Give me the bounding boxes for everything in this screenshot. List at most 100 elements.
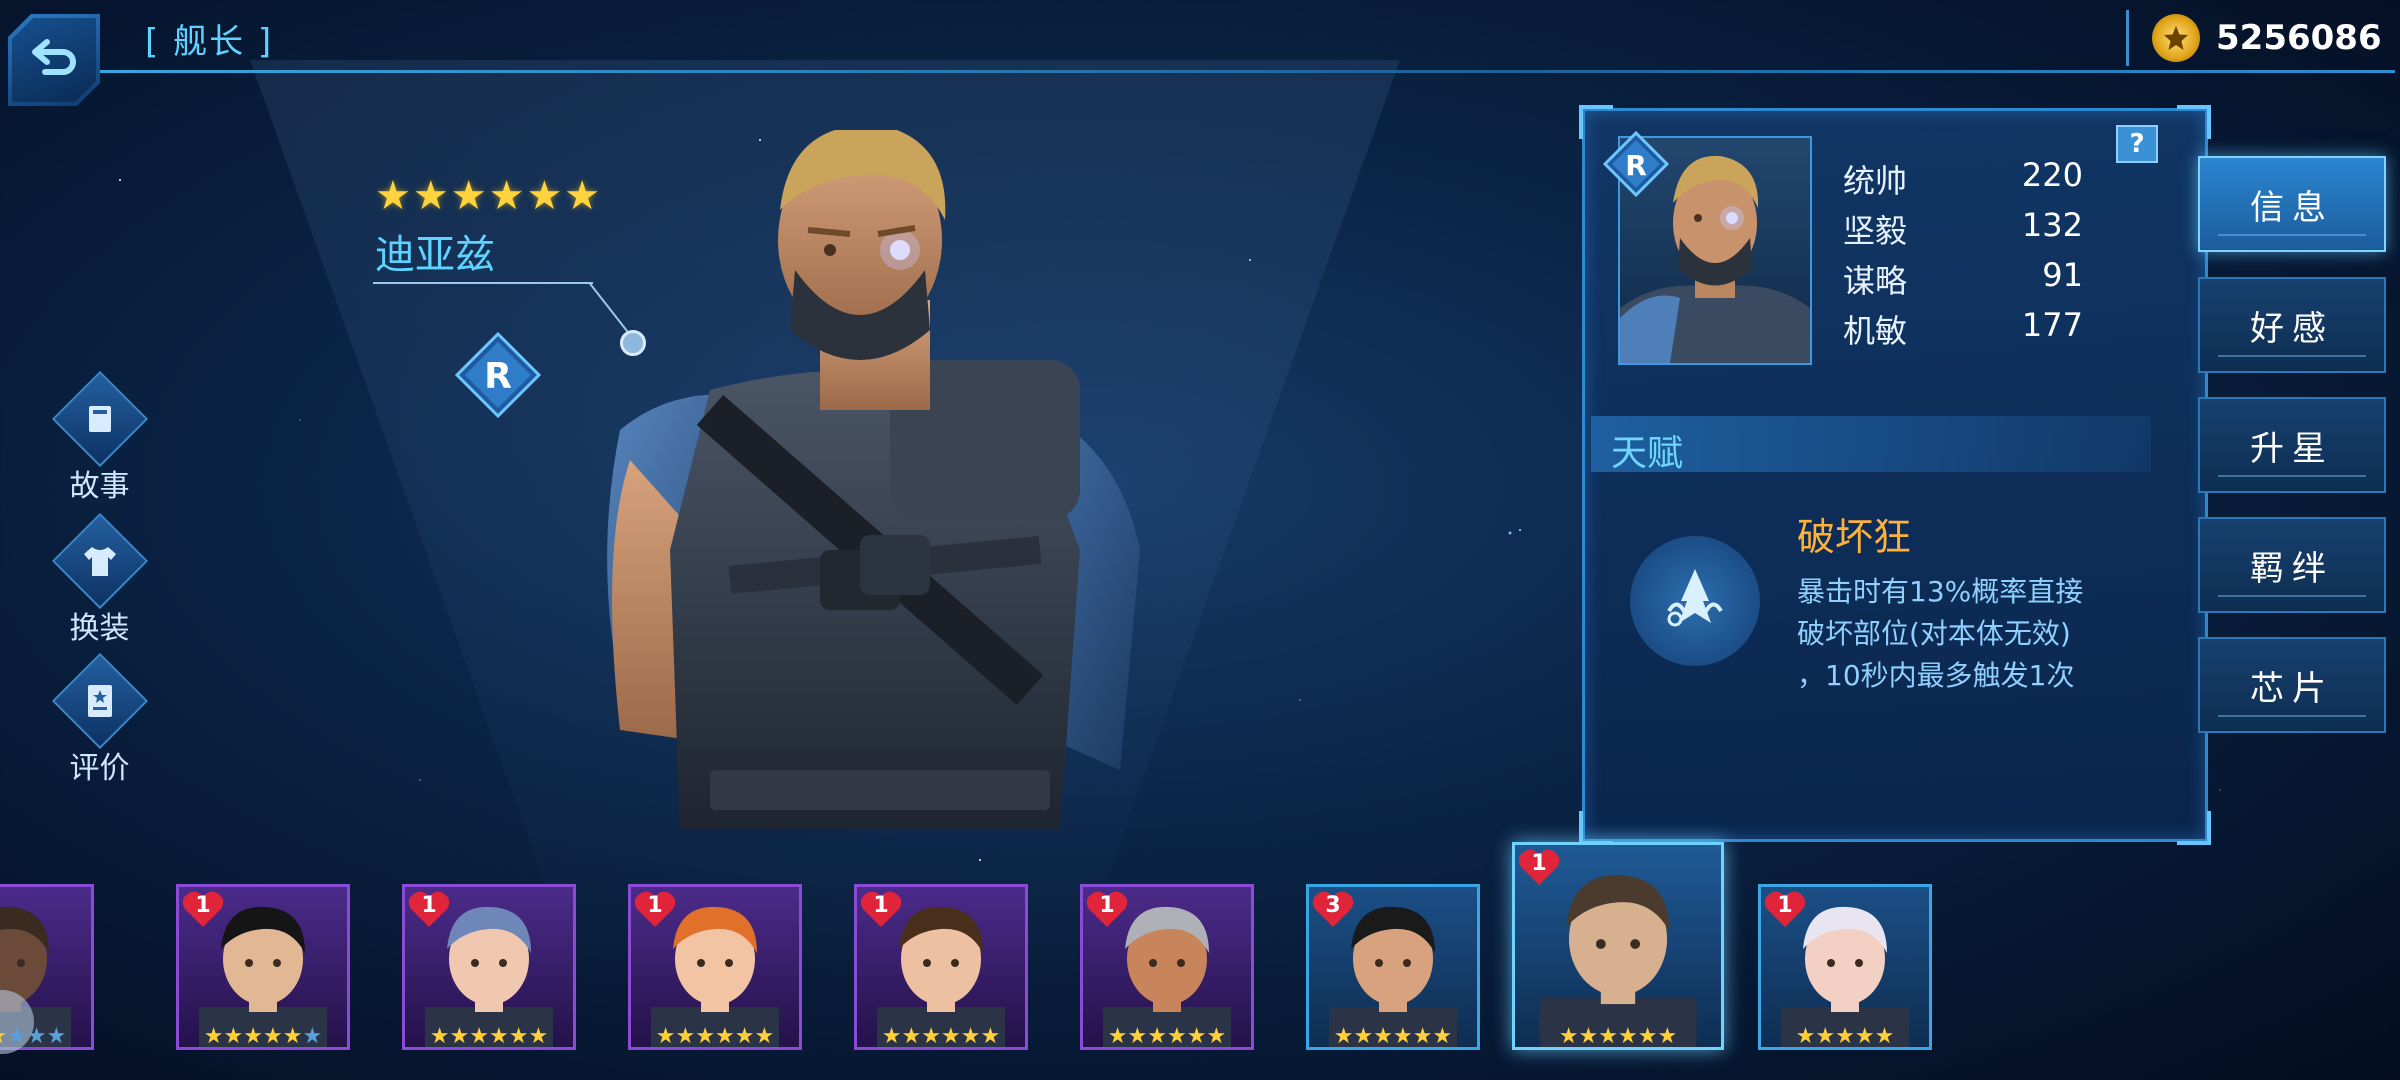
back-arrow-icon [32, 39, 76, 75]
star-icon: ★ [450, 173, 487, 219]
coin-balance: 5256086 [2128, 8, 2400, 68]
star-icon: ★ [1874, 1024, 1895, 1049]
roster-card-goggles-grin[interactable]: 1 ★ ★ ★ ★ ★ ★ [1080, 884, 1254, 1050]
review-button[interactable]: 评价 [51, 652, 148, 787]
star-icon: ★ [488, 173, 525, 219]
stat-value: 177 [2021, 306, 2083, 344]
top-divider-line [100, 70, 2395, 73]
star-icon: ★ [675, 1024, 696, 1049]
tab-bond[interactable]: 羁绊 [2198, 517, 2386, 613]
star-icon: ★ [263, 1024, 283, 1049]
hero-name: 迪亚兹 [375, 232, 495, 278]
tab-star-up[interactable]: 升星 [2198, 397, 2386, 493]
star-icon: ★ [1598, 1024, 1618, 1049]
star-icon: ★ [0, 1025, 7, 1048]
hero-roster: ★★★★★★1★★★★★★1★★★★★★1★★★★★★1★★★★★★1★★★★★… [0, 842, 2400, 1080]
skill-destroyer-icon[interactable] [1630, 536, 1760, 666]
affinity-level: 1 [1099, 893, 1115, 918]
shirt-icon [51, 512, 148, 610]
star-empty-icon: ★ [7, 1024, 27, 1049]
star-icon: ★ [1333, 1024, 1354, 1049]
star-icon: ★ [734, 1024, 755, 1049]
book-icon [51, 370, 148, 468]
roster-card-orange-hair[interactable]: 1 ★ ★ ★ ★ ★ ★ [628, 884, 802, 1050]
star-empty-icon: ★ [302, 1024, 323, 1049]
heart-badge-icon: 1 [181, 889, 225, 929]
star-icon: ★ [1854, 1024, 1875, 1049]
skill-name: 破坏狂 [1797, 515, 1912, 559]
roster-card-black-hair[interactable]: 1 ★ ★ ★ ★ ★ ★ [176, 884, 350, 1050]
star-icon: ★ [695, 1024, 715, 1049]
outfit-button[interactable]: 换装 [51, 512, 148, 647]
hero-info-panel: R ? 统帅 220 坚毅 132 谋略 91 机敏 177 天赋 破坏狂 暴击… [1579, 105, 2211, 845]
story-label: 故事 [69, 469, 130, 504]
roster-card-hat-old-man[interactable]: 1 ★ ★ ★ ★ ★ ★ [1512, 842, 1724, 1050]
star-icon: ★ [1815, 1024, 1836, 1049]
star-icon: ★ [1835, 1024, 1855, 1049]
heart-badge-icon: 1 [1763, 889, 1807, 929]
page-title: [ 舰长 ] [145, 22, 274, 62]
star-icon: ★ [1206, 1024, 1227, 1049]
star-icon: ★ [1393, 1024, 1413, 1049]
tab-info[interactable]: 信息 [2198, 156, 2386, 252]
star-icon: ★ [655, 1024, 676, 1049]
star-icon: ★ [1107, 1024, 1128, 1049]
star-icon: ★ [203, 1024, 224, 1049]
star-icon: ★ [469, 1024, 489, 1049]
card-star-rating: ★★★★★★ [857, 1024, 1025, 1049]
card-star-rating: ★★★★★★ [1515, 1024, 1721, 1049]
affinity-level: 1 [195, 893, 211, 918]
star-icon: ★ [715, 1024, 735, 1049]
skill-description: 暴击时有13%概率直接 破坏部位(对本体无效) ，10秒内最多触发1次 [1797, 571, 2083, 697]
affinity-level: 1 [873, 893, 889, 918]
card-star-rating: ★★★★★★ [1083, 1024, 1251, 1049]
star-icon: ★ [1795, 1024, 1816, 1049]
review-label: 评价 [69, 751, 130, 786]
stat-row-strategy: 谋略 91 [1843, 256, 2083, 302]
card-star-rating: ★★★★★★ [1309, 1024, 1477, 1049]
affinity-level: 1 [647, 893, 663, 918]
outfit-label: 换装 [69, 611, 130, 646]
coin-icon [2152, 14, 2200, 62]
coin-amount: 5256086 [2216, 18, 2382, 58]
heart-badge-icon: 1 [859, 889, 903, 929]
skill-desc-line: ，10秒内最多触发1次 [1797, 659, 2075, 692]
panel-corner-br [2177, 811, 2211, 845]
roster-card-glasses-woman[interactable]: 1 ★ ★ ★ ★ ★ ★ [402, 884, 576, 1050]
card-star-rating: ★★★★★★ [0, 1024, 91, 1049]
star-icon: ★ [1353, 1024, 1374, 1049]
heart-badge-icon: 3 [1311, 889, 1355, 929]
stat-row-command: 统帅 220 [1843, 156, 2083, 202]
roster-card-brown-hair-glasses[interactable]: 1 ★ ★ ★ ★ ★ ★ [854, 884, 1028, 1050]
help-button[interactable]: ? [2116, 125, 2158, 163]
star-icon: ★ [1558, 1024, 1579, 1049]
heart-badge-icon: 1 [1085, 889, 1129, 929]
story-button[interactable]: 故事 [51, 370, 148, 505]
skill-desc-line: 破坏部位(对本体无效) [1797, 617, 2071, 650]
tab-chip[interactable]: 芯片 [2198, 637, 2386, 733]
star-icon: ★ [1412, 1024, 1433, 1049]
heart-badge-icon: 1 [407, 889, 451, 929]
star-icon: ★ [1147, 1024, 1167, 1049]
star-icon: ★ [901, 1024, 922, 1049]
back-button[interactable] [8, 14, 100, 106]
stat-row-tenacity: 坚毅 132 [1843, 206, 2083, 252]
stat-label: 谋略 [1843, 262, 1908, 300]
affinity-level: 1 [1531, 851, 1547, 876]
star-icon: ★ [921, 1024, 941, 1049]
star-icon: ★ [528, 1024, 549, 1049]
panel-rank-letter: R [1625, 149, 1647, 182]
card-star-rating: ★ ★ ★ ★ ★ [1761, 1024, 1929, 1049]
star-icon: ★ [223, 1024, 244, 1049]
stat-value: 132 [2021, 206, 2083, 244]
star-icon: ★ [412, 173, 449, 219]
talent-title: 天赋 [1611, 433, 1684, 474]
skill-desc-line: 暴击时有13%概率直接 [1797, 575, 2084, 608]
star-icon: ★ [1578, 1024, 1599, 1049]
roster-card-white-hair-woman[interactable]: 1 ★ ★ ★ ★ ★ [1758, 884, 1932, 1050]
star-icon: ★ [980, 1024, 1001, 1049]
roster-card-dark-hood[interactable]: ★★★★★★ [0, 884, 94, 1050]
roster-card-mustache-man[interactable]: 3 ★ ★ ★ ★ ★ ★ [1306, 884, 1480, 1050]
tab-affinity[interactable]: 好感 [2198, 277, 2386, 373]
star-icon: ★ [960, 1024, 981, 1049]
